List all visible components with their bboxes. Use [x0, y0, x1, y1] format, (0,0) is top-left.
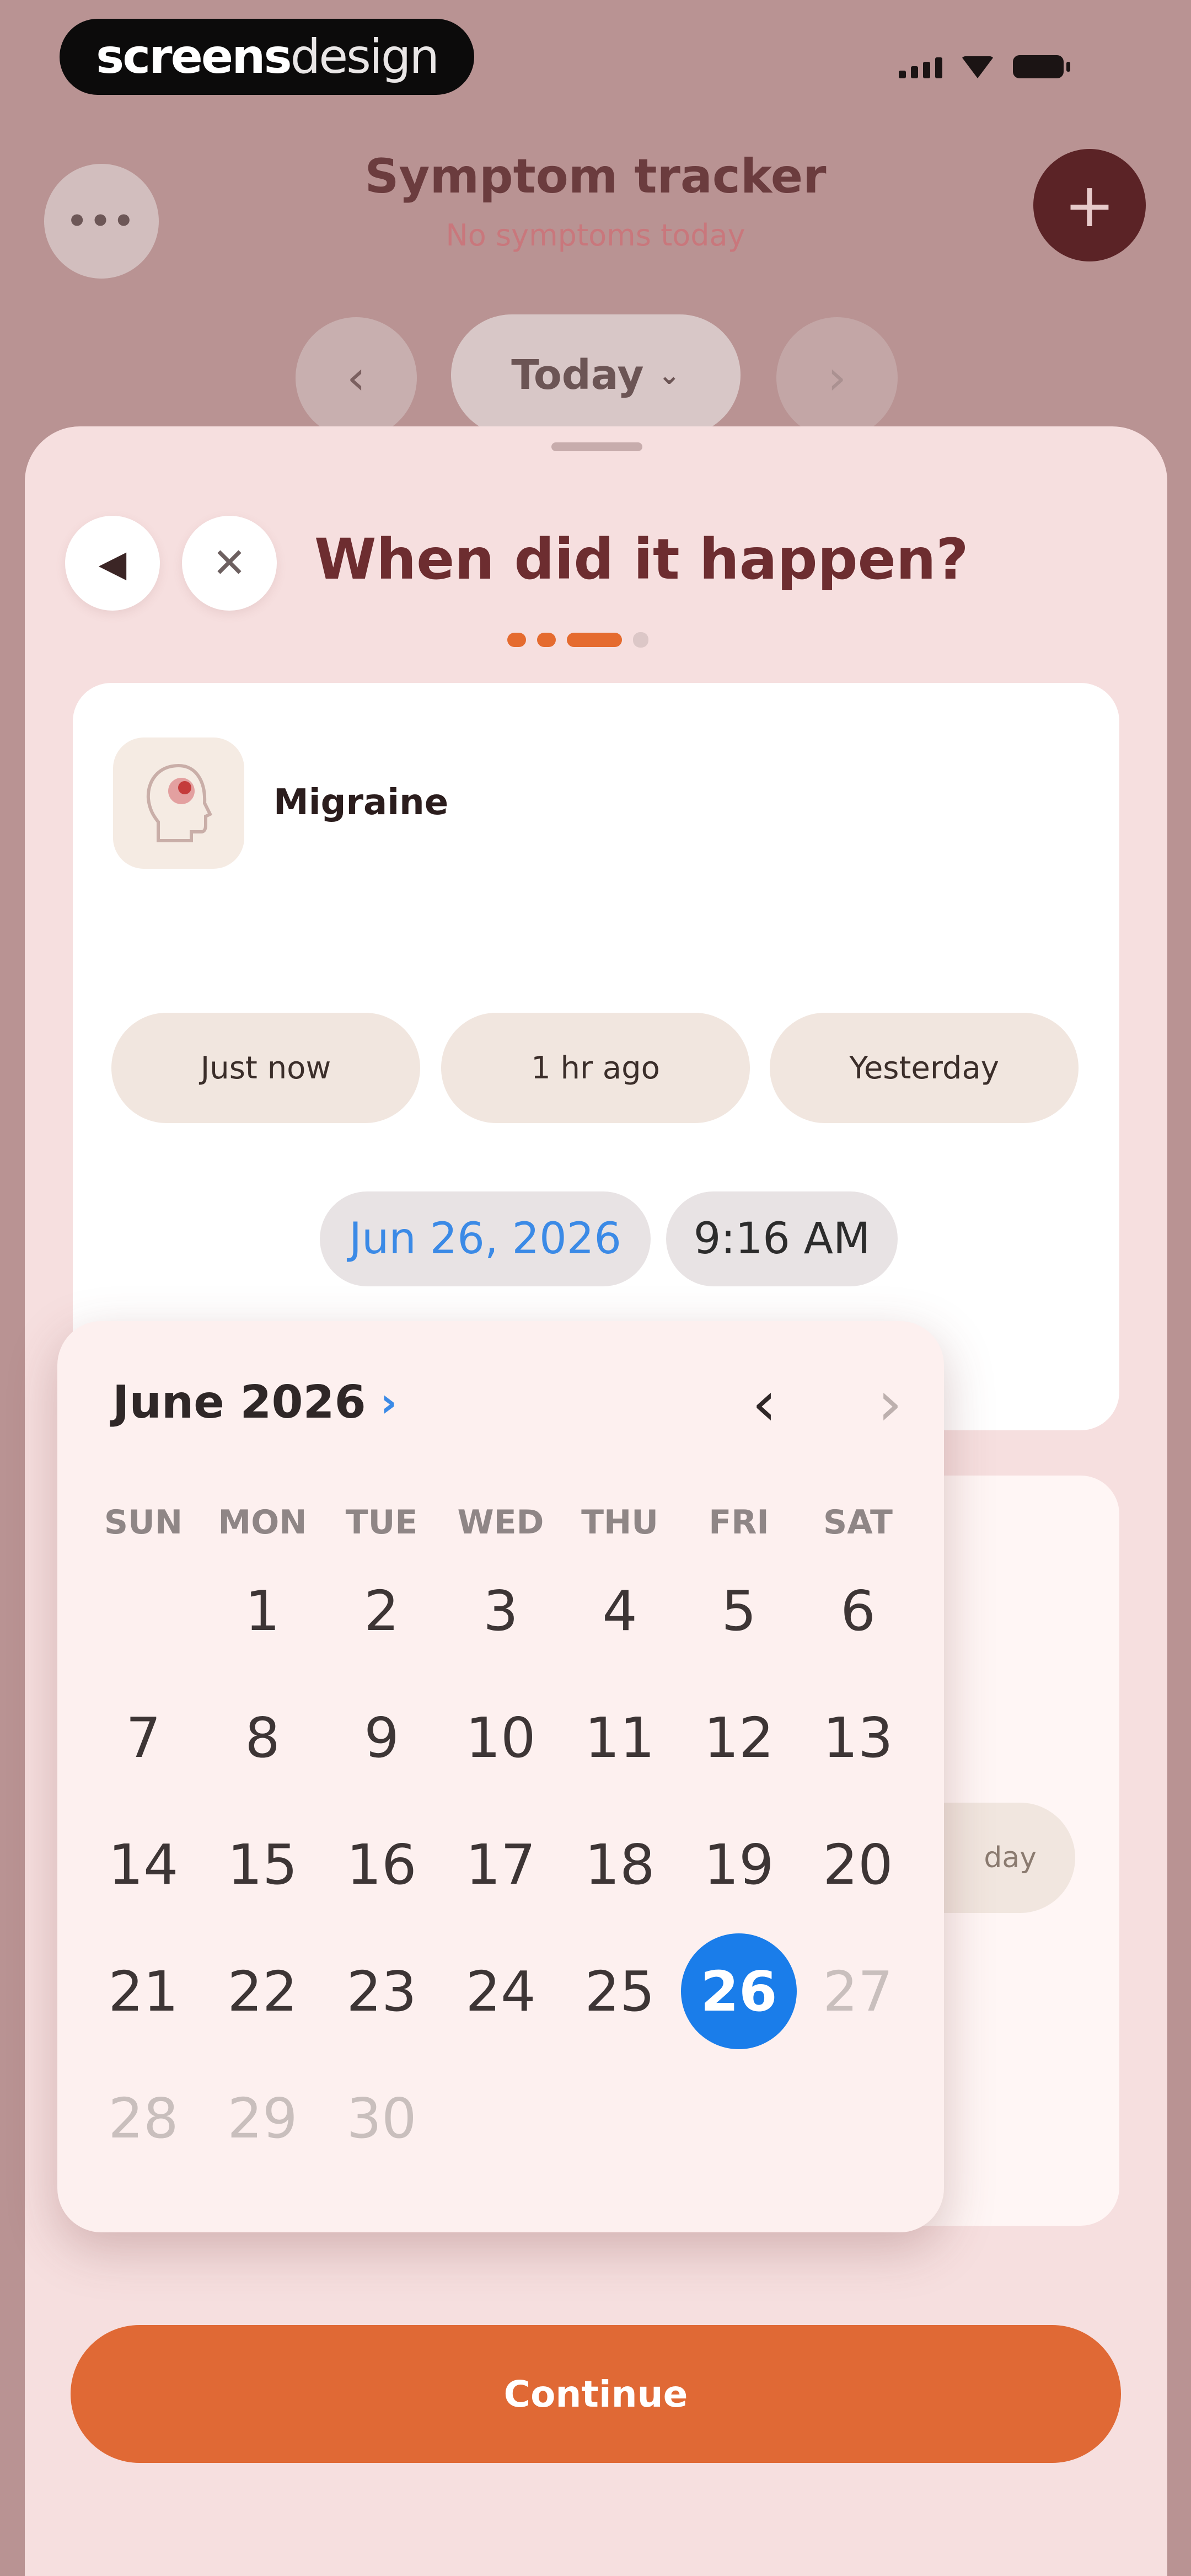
previous-month-button[interactable]: ‹: [731, 1365, 797, 1442]
step-indicator: [507, 632, 648, 648]
calendar-day[interactable]: 25: [562, 1933, 678, 2049]
calendar-day[interactable]: 12: [681, 1680, 797, 1795]
calendar-day[interactable]: 15: [205, 1807, 320, 1922]
day-selector[interactable]: Today ⌄: [451, 314, 741, 436]
chevron-left-icon: ‹: [346, 350, 366, 405]
battery-icon: [1013, 55, 1070, 78]
calendar-day-disabled: 27: [823, 1959, 893, 2024]
next-month-button[interactable]: ›: [857, 1365, 923, 1442]
weekday-label: THU: [581, 1503, 658, 1542]
calendar-day[interactable]: 11: [562, 1680, 678, 1795]
chevron-left-icon: ‹: [752, 1368, 777, 1440]
symptom-name: Migraine: [273, 782, 449, 823]
weekday-label: MON: [218, 1503, 307, 1542]
continue-button[interactable]: Continue: [71, 2325, 1121, 2463]
add-symptom-button[interactable]: +: [1033, 149, 1146, 261]
month-year-selector[interactable]: June 2026 ›: [112, 1376, 397, 1429]
month-label: June 2026: [112, 1376, 366, 1429]
calendar-day[interactable]: 3: [443, 1553, 559, 1669]
previous-day-button[interactable]: ‹: [296, 317, 417, 439]
calendar-day[interactable]: 2: [324, 1553, 439, 1669]
weekday-header: SUN MON TUE WED THU FRI SAT: [84, 1503, 918, 1542]
calendar-day[interactable]: 10: [443, 1680, 559, 1795]
calendar-day[interactable]: 13: [800, 1680, 916, 1795]
calendar-week-5: 28 29 30: [84, 2060, 918, 2176]
calendar-day[interactable]: 24: [443, 1933, 559, 2049]
calendar-day-disabled: 28: [108, 2086, 179, 2151]
sheet-grabber[interactable]: [551, 442, 642, 451]
step-dot-4: [633, 632, 648, 648]
weekday-label: FRI: [709, 1503, 769, 1542]
brand-logo-bold: screens: [96, 29, 292, 84]
weekday-label: SAT: [823, 1503, 893, 1542]
weekday-label: TUE: [345, 1503, 418, 1542]
calendar-day-disabled: 29: [227, 2086, 298, 2151]
chevron-down-icon: ⌄: [658, 360, 680, 391]
calendar-day[interactable]: 5: [681, 1553, 797, 1669]
chevron-right-icon: ›: [380, 1378, 398, 1426]
plus-icon: +: [1064, 170, 1115, 241]
status-bar: [899, 55, 1070, 78]
calendar-day[interactable]: 17: [443, 1807, 559, 1922]
date-picker-field[interactable]: Jun 26, 2026: [320, 1191, 651, 1286]
calendar-day[interactable]: 20: [800, 1807, 916, 1922]
just-now-button[interactable]: Just now: [111, 1013, 420, 1123]
calendar-day[interactable]: 1: [205, 1553, 320, 1669]
brand-logo-light: design: [290, 29, 439, 84]
time-picker-field[interactable]: 9:16 AM: [666, 1191, 898, 1286]
brand-logo: screens design: [60, 19, 474, 95]
one-hour-ago-button[interactable]: 1 hr ago: [441, 1013, 750, 1123]
next-day-button[interactable]: ›: [776, 317, 898, 439]
chevron-right-icon: ›: [877, 1368, 903, 1440]
calendar-week-4: 21 22 23 24 25 26 27: [84, 1933, 918, 2049]
step-dot-1: [507, 633, 526, 647]
head-icon: [113, 737, 244, 869]
calendar-day[interactable]: 14: [85, 1807, 201, 1922]
calendar-day-disabled: 30: [346, 2086, 417, 2151]
calendar-day[interactable]: 23: [324, 1933, 439, 2049]
calendar-day[interactable]: 18: [562, 1807, 678, 1922]
step-dot-current: [567, 633, 622, 647]
page-title: Symptom tracker: [364, 149, 827, 204]
calendar-week-2: 7 8 9 10 11 12 13: [84, 1680, 918, 1795]
calendar-empty-cell: [85, 1553, 201, 1669]
page-subtitle: No symptoms today: [446, 218, 745, 253]
close-button[interactable]: ✕: [182, 516, 277, 611]
calendar-day[interactable]: 19: [681, 1807, 797, 1922]
calendar-day[interactable]: 4: [562, 1553, 678, 1669]
calendar-day-selected[interactable]: 26: [681, 1933, 797, 2049]
calendar-popover: June 2026 › ‹ › SUN MON TUE WED THU FRI …: [57, 1321, 944, 2232]
weekday-label: WED: [457, 1503, 544, 1542]
calendar-day[interactable]: 9: [324, 1680, 439, 1795]
day-selector-label: Today: [511, 351, 644, 399]
calendar-week-3: 14 15 16 17 18 19 20: [84, 1807, 918, 1922]
yesterday-button[interactable]: Yesterday: [770, 1013, 1079, 1123]
step-dot-2: [537, 633, 556, 647]
close-icon: ✕: [212, 539, 246, 587]
chevron-right-icon: ›: [827, 350, 847, 405]
weekday-label: SUN: [104, 1503, 183, 1542]
calendar-week-1: 1 2 3 4 5 6: [84, 1553, 918, 1669]
sheet-title: When did it happen?: [314, 527, 969, 592]
calendar-day[interactable]: 8: [205, 1680, 320, 1795]
back-button[interactable]: ◀: [65, 516, 160, 611]
calendar-day[interactable]: 7: [85, 1680, 201, 1795]
calendar-day[interactable]: 21: [85, 1933, 201, 2049]
calendar-day[interactable]: 6: [800, 1553, 916, 1669]
back-icon: ◀: [98, 542, 127, 585]
signal-icon: [899, 57, 942, 78]
wifi-icon: [961, 56, 994, 78]
calendar-day[interactable]: 22: [205, 1933, 320, 2049]
calendar-day[interactable]: 16: [324, 1807, 439, 1922]
